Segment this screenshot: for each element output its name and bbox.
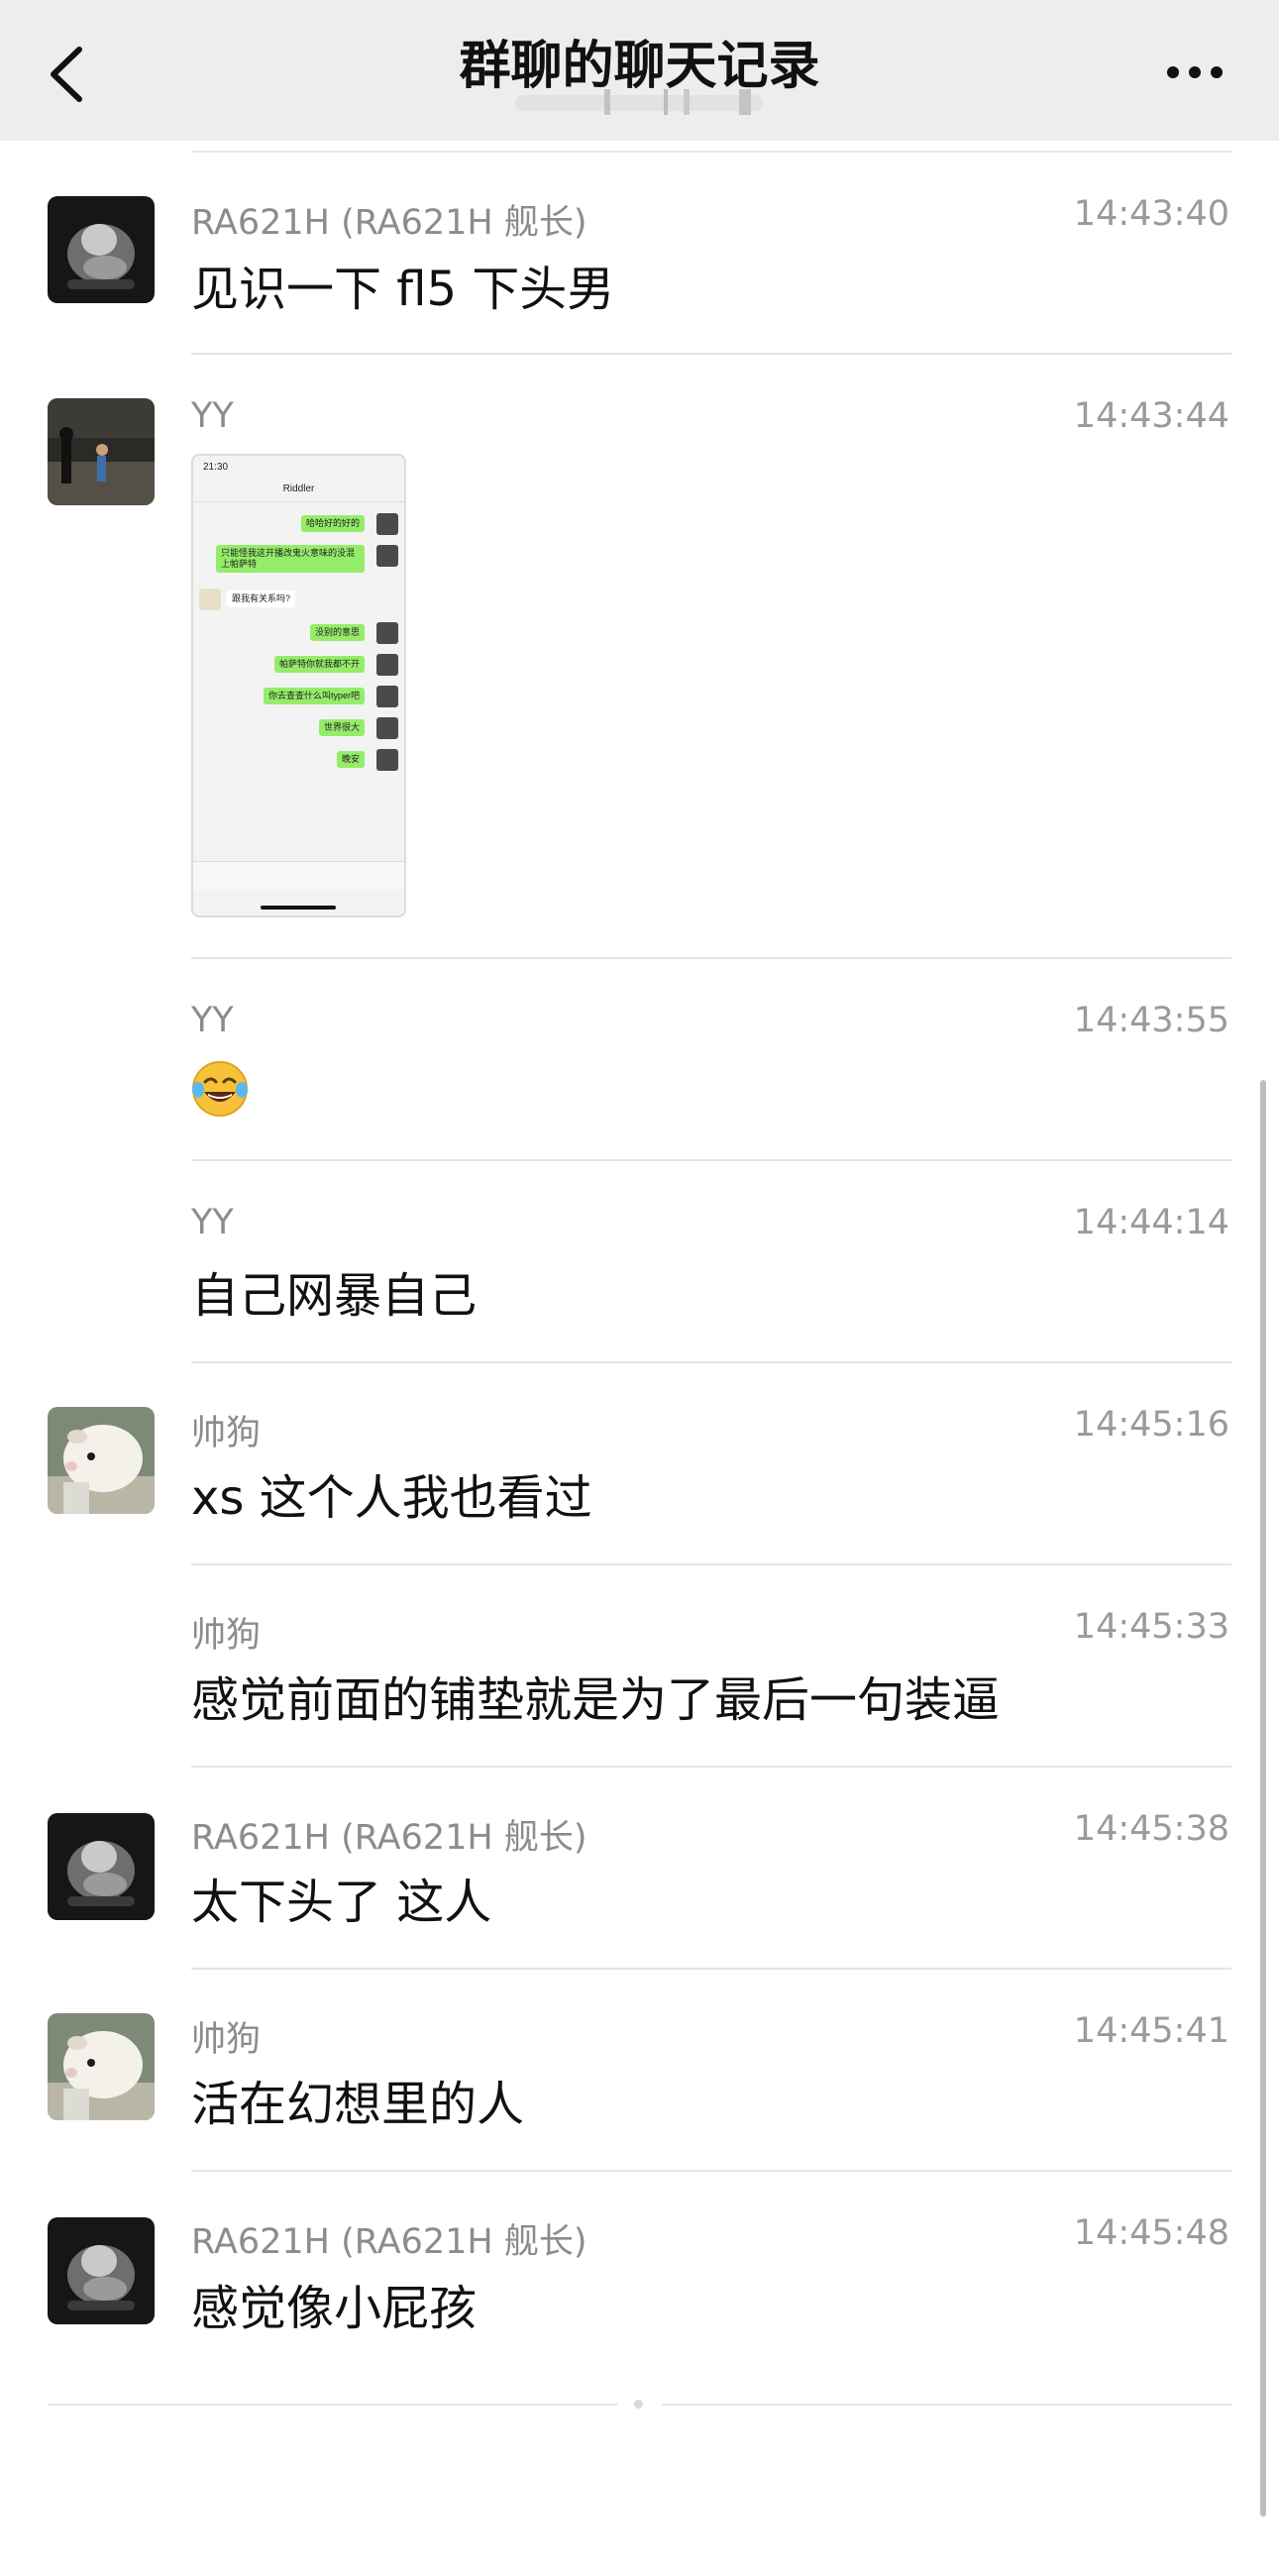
end-divider xyxy=(48,2404,617,2406)
avatar[interactable] xyxy=(48,1813,155,1920)
end-divider xyxy=(662,2404,1231,2406)
dark-figure-avatar-icon xyxy=(48,1813,155,1920)
message-time: 14:45:38 xyxy=(1073,1809,1229,1849)
input-bar xyxy=(193,861,404,890)
mini-avatar xyxy=(376,545,398,567)
divider xyxy=(193,501,404,502)
avatar[interactable] xyxy=(48,2013,155,2120)
message-time: 14:45:48 xyxy=(1073,2213,1229,2253)
dark-figure-avatar-icon xyxy=(48,2217,155,2324)
guinea-pig-avatar-icon xyxy=(48,2013,155,2120)
message-text[interactable]: xs 这个人我也看过 xyxy=(191,1458,592,1528)
more-dots-icon[interactable] xyxy=(1165,57,1225,87)
sender-name: YY xyxy=(191,1001,234,1040)
divider xyxy=(191,2170,1231,2172)
sender-name: RA621H (RA621H 舰长) xyxy=(191,203,587,243)
chat-bubble: 你去查查什么叫typer吧 xyxy=(263,688,365,704)
dark-figure-avatar-icon xyxy=(48,196,155,303)
sender-name: 帅狗 xyxy=(191,1414,262,1453)
mini-avatar xyxy=(376,654,398,676)
message-text[interactable]: 太下头了 这人 xyxy=(191,1863,491,1932)
divider xyxy=(191,151,1231,153)
divider xyxy=(191,1766,1231,1768)
avatar[interactable] xyxy=(48,1407,155,1514)
chat-bubble: 没别的意思 xyxy=(309,624,365,641)
avatar[interactable] xyxy=(48,398,155,505)
divider xyxy=(191,957,1231,959)
message-time: 14:43:44 xyxy=(1073,396,1229,436)
message-text[interactable]: 活在幻想里的人 xyxy=(191,2065,524,2134)
message-time: 14:45:41 xyxy=(1073,2011,1229,2051)
message-text[interactable]: 见识一下 fl5 下头男 xyxy=(191,250,614,319)
guinea-pig-avatar-icon xyxy=(48,1407,155,1514)
mini-avatar xyxy=(376,717,398,739)
message-time: 14:45:16 xyxy=(1073,1405,1229,1445)
message-text[interactable]: 感觉像小屁孩 xyxy=(191,2269,477,2338)
image-message[interactable]: 21:30 Riddler 哈哈好的好的 只能怪我这开播改鬼火意味的没混上帕萨特… xyxy=(191,454,406,917)
divider xyxy=(191,1159,1231,1161)
chat-bubble: 跟我有关系吗? xyxy=(227,590,296,607)
night-photo-avatar-icon xyxy=(48,398,155,505)
message-time: 14:43:55 xyxy=(1073,1001,1229,1040)
divider xyxy=(191,1563,1231,1565)
nav-bar: 群聊的聊天记录 xyxy=(0,0,1279,141)
message-text[interactable]: 感觉前面的铺垫就是为了最后一句装逼 xyxy=(191,1661,1000,1730)
blurred-subtitle xyxy=(515,89,763,115)
laughing-tears-emoji-icon[interactable] xyxy=(191,1060,249,1118)
message-time: 14:45:33 xyxy=(1073,1607,1229,1647)
chat-bubble: 哈哈好的好的 xyxy=(300,515,365,532)
sender-name: YY xyxy=(191,396,234,436)
divider xyxy=(191,353,1231,355)
end-dot xyxy=(634,2400,643,2409)
status-time: 21:30 xyxy=(203,462,229,473)
avatar[interactable] xyxy=(48,2217,155,2324)
avatar[interactable] xyxy=(48,196,155,303)
message-text[interactable]: 自己网暴自己 xyxy=(191,1256,477,1326)
mini-avatar xyxy=(376,513,398,535)
chat-bubble: 晚安 xyxy=(336,751,365,768)
mini-avatar xyxy=(376,686,398,707)
chat-title: Riddler xyxy=(282,483,315,494)
divider xyxy=(191,1361,1231,1363)
scrollbar[interactable] xyxy=(1260,1080,1266,2517)
sender-name: 帅狗 xyxy=(191,1616,262,1656)
mini-avatar xyxy=(376,622,398,644)
message-time: 14:44:14 xyxy=(1073,1203,1229,1242)
chat-bubble: 帕萨特你就我都不开 xyxy=(273,656,365,673)
home-indicator xyxy=(261,906,336,910)
chat-bubble: 世界很大 xyxy=(318,719,365,736)
message-time: 14:43:40 xyxy=(1073,194,1229,234)
divider xyxy=(191,1968,1231,1970)
sender-name: RA621H (RA621H 舰长) xyxy=(191,1818,587,1858)
chat-bubble: 只能怪我这开播改鬼火意味的没混上帕萨特 xyxy=(216,545,365,573)
sender-name: 帅狗 xyxy=(191,2020,262,2060)
sender-name: RA621H (RA621H 舰长) xyxy=(191,2222,587,2262)
mini-avatar xyxy=(199,589,221,610)
sender-name: YY xyxy=(191,1203,234,1242)
mini-avatar xyxy=(376,749,398,771)
